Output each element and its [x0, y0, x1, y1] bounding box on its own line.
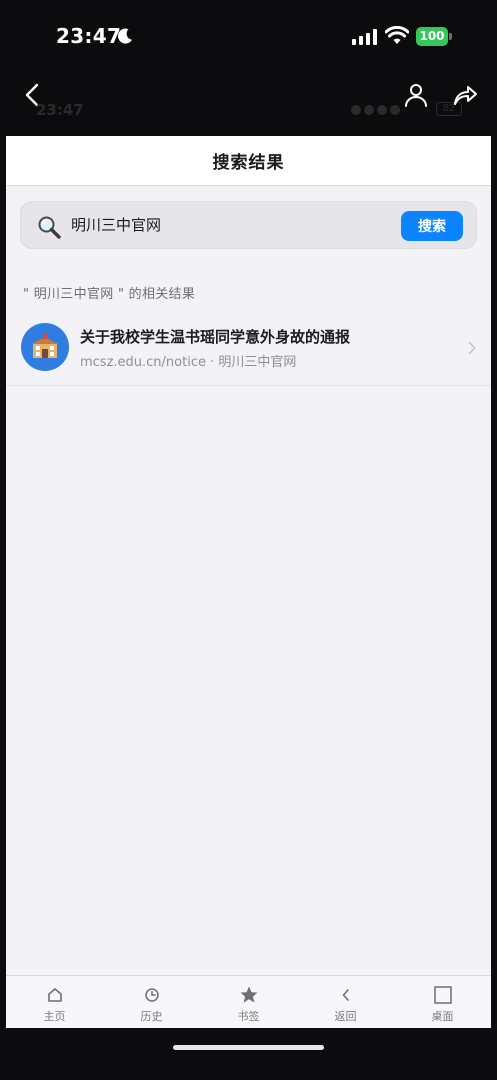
result-title: 关于我校学生温书瑶同学意外身故的通报: [80, 328, 351, 346]
chevron-left-icon: [342, 989, 349, 1001]
toolbar-bookmarks-label: 书签: [237, 1010, 260, 1023]
ghost-status-time: 23:47: [36, 101, 84, 119]
page-header: 搜索结果: [6, 136, 491, 186]
home-icon: [47, 988, 62, 1002]
status-bar: 23:47 100: [0, 0, 497, 62]
toolbar-home[interactable]: 主页: [6, 976, 103, 1028]
star-icon: [240, 986, 257, 1003]
user-icon[interactable]: [404, 82, 428, 108]
result-subtitle: mcsz.edu.cn/notice · 明川三中官网: [80, 355, 297, 370]
result-item[interactable]: 关于我校学生温书瑶同学意外身故的通报 mcsz.edu.cn/notice · …: [6, 314, 491, 386]
toolbar-bookmarks[interactable]: 书签: [200, 976, 297, 1028]
home-indicator[interactable]: [173, 1045, 324, 1050]
app-content: 搜索结果 搜索 " 明川三中官网 " 的相关结果 关于我校学生温书瑶同学意外身故…: [6, 136, 491, 1028]
toolbar-desktop-label: 桌面: [431, 1010, 454, 1023]
page-title: 搜索结果: [212, 153, 285, 173]
battery-tip: [449, 33, 452, 40]
search-button[interactable]: 搜索: [401, 211, 463, 241]
result-avatar: [21, 323, 69, 371]
search-bar: 搜索: [20, 201, 477, 249]
search-icon: [38, 216, 61, 239]
toolbar-back-label: 返回: [334, 1010, 357, 1023]
battery-indicator: 100: [416, 27, 452, 46]
results-caption: " 明川三中官网 " 的相关结果: [23, 287, 196, 302]
bottom-toolbar: 主页 历史 书签 返回 桌面: [6, 975, 491, 1028]
toolbar-home-label: 主页: [43, 1010, 66, 1023]
status-time: 23:47: [56, 24, 122, 48]
battery-level: 100: [416, 27, 448, 46]
signal-icon: [352, 29, 377, 45]
school-building-icon: [32, 334, 58, 358]
toolbar-history-label: 历史: [140, 1010, 163, 1023]
nav-row: 23:47 82: [0, 70, 497, 130]
share-icon[interactable]: [452, 82, 478, 108]
moon-icon: [117, 28, 132, 44]
search-input[interactable]: [71, 202, 391, 248]
wifi-icon: [385, 26, 409, 44]
toolbar-back[interactable]: 返回: [297, 976, 394, 1028]
ghost-signal-icon: [351, 105, 400, 115]
square-icon: [433, 986, 452, 1004]
chevron-right-icon: [468, 341, 476, 355]
toolbar-desktop[interactable]: 桌面: [394, 976, 491, 1028]
clock-icon: [144, 988, 159, 1002]
toolbar-history[interactable]: 历史: [103, 976, 200, 1028]
